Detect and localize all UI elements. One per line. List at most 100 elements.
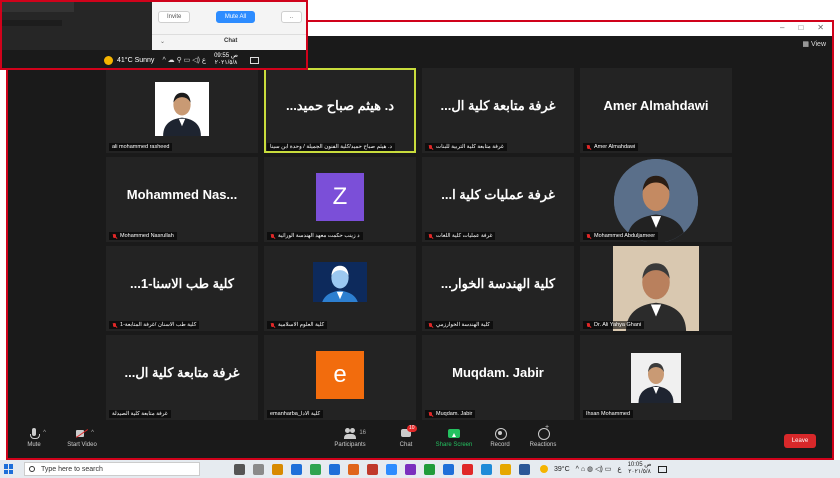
taskbar-app-icon[interactable] <box>234 463 245 475</box>
reactions-button[interactable]: Reactions <box>523 424 563 448</box>
taskbar-app-icon[interactable] <box>462 463 473 475</box>
chat-section-header[interactable]: ⌄ Chat <box>152 34 306 48</box>
minimize-button[interactable]: – <box>780 23 784 32</box>
muted-mic-icon <box>428 411 433 417</box>
participant-caption-text: غرفة متابعة كلية التربية للبنات <box>436 144 504 150</box>
view-label: View <box>810 41 826 48</box>
participant-display-name: د. هيثم صباح حميد... <box>285 98 395 113</box>
participant-tile[interactable]: e emanharba_كلية الادا <box>264 335 416 420</box>
participant-tile[interactable]: Dr. Ali Yahya Ghani <box>580 246 732 331</box>
participant-tile[interactable]: Amer Almahdawi Amer Almahdawi <box>580 68 732 153</box>
taskbar-app-icon[interactable] <box>291 463 302 475</box>
caret-up-icon[interactable]: ^ <box>43 430 46 436</box>
windows-start-icon[interactable] <box>4 464 14 474</box>
inset-date: ٢٠٢١/٥/٨ <box>214 60 238 66</box>
inset-bar <box>2 2 74 12</box>
mute-all-button[interactable]: Mute All <box>215 11 256 23</box>
notification-icon[interactable] <box>250 56 260 64</box>
participant-tile[interactable]: Z د زينب حكمت معهد الهندسة الوراثية <box>264 157 416 242</box>
participant-name-label: د زينب حكمت معهد الهندسة الوراثية <box>267 232 363 240</box>
participant-tile[interactable]: غرفة عمليات كلية ا... غرفة عمليات كلية ال… <box>422 157 574 242</box>
taskbar-app-icon[interactable] <box>310 463 321 475</box>
taskbar-app-icon[interactable] <box>481 463 492 475</box>
participants-panel-buttons: Invite Mute All .. <box>158 10 302 24</box>
participant-tile[interactable]: كلية العلوم الاسلامية <box>264 246 416 331</box>
taskbar-search-box[interactable]: Type here to search <box>24 462 200 476</box>
participants-button[interactable]: 16 Participants <box>330 428 370 448</box>
share-screen-button[interactable]: Share Screen <box>434 428 474 448</box>
view-button[interactable]: ▦ View <box>802 40 826 48</box>
reactions-label: Reactions <box>529 442 557 448</box>
participant-caption-text: Muqdam. Jabir <box>436 411 473 417</box>
muted-mic-icon <box>112 233 117 239</box>
participant-name-label: غرفة متابعة كلية الصيدلة <box>109 410 171 418</box>
participant-name-label: كلية الهندسة الخوارزمي <box>425 321 493 329</box>
participant-tile[interactable]: Ihsan Mohammed <box>580 335 732 420</box>
participant-display-name: Mohammed Nas... <box>126 187 238 202</box>
gallery-grid: ali mohammed rasheed د. هيثم صباح حميد...… <box>106 68 732 424</box>
participant-tile[interactable]: Muqdam. Jabir Muqdam. Jabir <box>422 335 574 420</box>
start-video-label: Start Video <box>67 442 97 448</box>
chat-button[interactable]: 10 Chat <box>386 425 426 448</box>
participant-name-label: Mohammed Abduljameer <box>583 232 659 240</box>
taskbar-app-icon[interactable] <box>272 463 283 475</box>
participant-caption-text: كلية الهندسة الخوارزمي <box>436 322 490 328</box>
taskbar-app-icon[interactable] <box>367 463 378 475</box>
invite-button[interactable]: Invite <box>158 11 191 23</box>
start-video-button[interactable]: ^ Start Video <box>62 428 102 448</box>
participant-display-name: Amer Almahdawi <box>603 98 709 113</box>
close-button[interactable]: ✕ <box>817 23 824 32</box>
tray-clock[interactable]: 10:05 ص ٢٠٢١/٥/٨ <box>628 462 652 476</box>
chat-badge: 10 <box>407 425 417 432</box>
share-screen-icon <box>448 428 460 439</box>
participant-caption-text: د. هيثم صباح حميد/كلية الفنون الجميلة / … <box>270 144 392 150</box>
participant-caption-text: كلية العلوم الاسلامية <box>278 322 325 328</box>
notification-icon[interactable] <box>657 465 667 473</box>
participant-tile[interactable]: Mohammed Abduljameer <box>580 157 732 242</box>
participant-tile[interactable]: غرفة متابعة كلية ال... غرفة متابعة كلية ا… <box>106 335 258 420</box>
leave-button[interactable]: Leave <box>784 434 816 448</box>
caret-up-icon[interactable]: ^ <box>91 430 94 436</box>
mute-label: Mute <box>27 442 41 448</box>
maximize-button[interactable]: □ <box>798 23 803 32</box>
participants-icon: 16 <box>344 428 366 439</box>
participant-tile[interactable]: كلية طب الاسنا-1... كلية طب الاسنان /غرفة… <box>106 246 258 331</box>
muted-mic-icon <box>586 233 591 239</box>
taskbar-app-icon[interactable] <box>424 463 435 475</box>
participant-name-label: Mohammed Nasrullah <box>109 232 177 240</box>
inset-clock: 09:55 ص ٢٠٢١/٥/٨ <box>214 53 238 67</box>
tray-time: 10:05 ص <box>627 462 652 468</box>
tray-icons: ^ ⌂ ◍ ◁) ▭ <box>575 466 612 473</box>
taskbar-app-icon[interactable] <box>348 463 359 475</box>
windows-taskbar: Type here to search 39°C ^ ⌂ ◍ ◁) ▭ ع 10… <box>0 460 840 478</box>
muted-mic-icon <box>586 322 591 328</box>
muted-mic-icon <box>270 322 275 328</box>
language-indicator[interactable]: ع <box>617 465 621 473</box>
inset-tray-icons: ^ ☁ ⚲ ▭ ◁) ع <box>162 57 207 64</box>
participant-caption-text: ali mohammed rasheed <box>112 144 170 150</box>
taskbar-app-icon[interactable] <box>500 463 511 475</box>
more-button[interactable]: .. <box>280 11 302 23</box>
participant-name-label: كلية طب الاسنان /غرفة المتابعة-1 <box>109 321 200 329</box>
participant-tile[interactable]: غرفة متابعة كلية ال... غرفة متابعة كلية ا… <box>422 68 574 153</box>
participant-caption-text: Amer Almahdawi <box>594 144 636 150</box>
participant-tile[interactable]: Mohammed Nas... Mohammed Nasrullah <box>106 157 258 242</box>
participant-caption-text: د زينب حكمت معهد الهندسة الوراثية <box>278 233 360 239</box>
record-button[interactable]: Record <box>480 428 520 448</box>
sun-icon <box>104 55 113 65</box>
participant-tile[interactable]: كلية الهندسة الخوار... كلية الهندسة الخوا… <box>422 246 574 331</box>
taskbar-app-icon[interactable] <box>253 463 264 475</box>
chevron-down-icon: ⌄ <box>160 39 166 45</box>
taskbar-app-icon[interactable] <box>443 463 454 475</box>
participant-tile[interactable]: ali mohammed rasheed <box>106 68 258 153</box>
search-icon <box>29 466 35 472</box>
taskbar-app-icon[interactable] <box>405 463 416 475</box>
mute-button[interactable]: ^ Mute <box>14 428 54 448</box>
taskbar-app-icon[interactable] <box>386 463 397 475</box>
taskbar-app-icon[interactable] <box>519 463 530 475</box>
participant-display-name: غرفة متابعة كلية ال... <box>124 365 240 380</box>
participant-photo <box>613 246 699 331</box>
muted-mic-icon <box>112 322 117 328</box>
participant-tile[interactable]: د. هيثم صباح حميد... د. هيثم صباح حميد/كل… <box>264 68 416 153</box>
taskbar-app-icon[interactable] <box>329 463 340 475</box>
